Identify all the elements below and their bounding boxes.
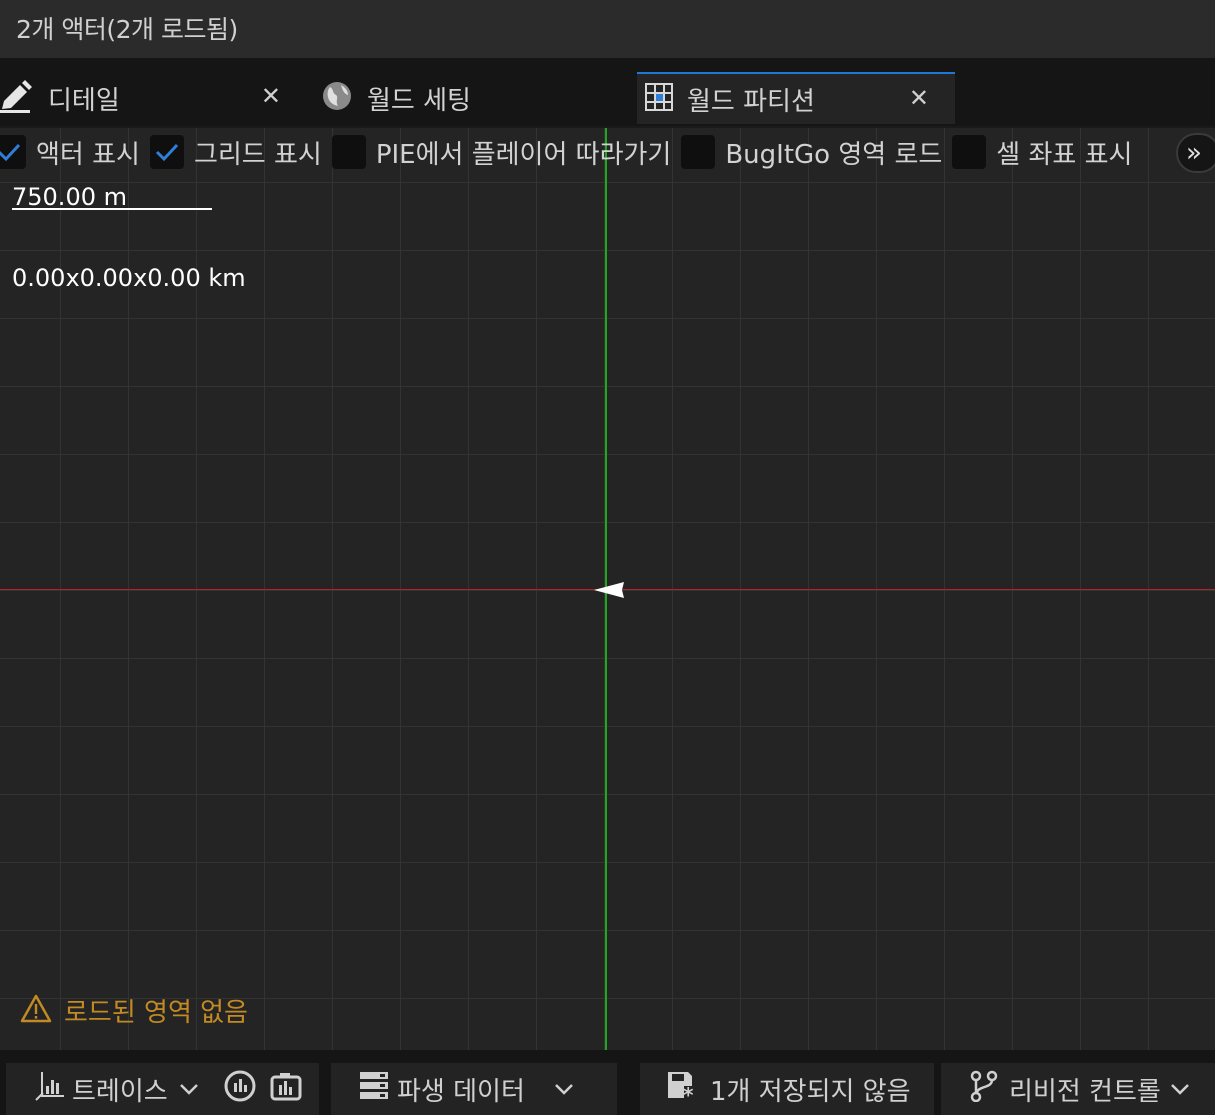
bugitgo-load-region-checkbox[interactable] <box>681 135 716 169</box>
revision-control-label: 리비전 컨트롤 <box>1009 1076 1161 1107</box>
warning-text: 로드된 영역 없음 <box>64 998 248 1028</box>
trace-icon <box>34 1070 66 1109</box>
branch-icon <box>969 1070 999 1109</box>
no-loaded-region-warning: 로드된 영역 없음 <box>20 992 248 1029</box>
pencil-icon <box>0 79 34 117</box>
warning-icon <box>20 994 52 1028</box>
toolbar-overflow-button[interactable]: » <box>1176 133 1215 173</box>
panel-header: 2개 액터(2개 로드됨) <box>0 0 1215 60</box>
world-partition-viewport[interactable]: 액터 표시 그리드 표시 PIE에서 플레이어 따라가기 BugItGo 영역 … <box>0 128 1215 1050</box>
status-bar: 트레이스 파생 데이터 * 1개 저장되지 않음 리비전 컨트롤 <box>0 1050 1215 1115</box>
viewport-options-bar: 액터 표시 그리드 표시 PIE에서 플레이어 따라가기 BugItGo 영역 … <box>0 128 1215 176</box>
actor-count-title: 2개 액터(2개 로드됨) <box>16 15 238 44</box>
tab-world-settings[interactable]: 월드 세팅 <box>313 72 631 124</box>
tab-label: 디테일 <box>48 85 120 116</box>
chevron-down-icon <box>1169 1077 1191 1102</box>
follow-player-in-pie-checkbox[interactable] <box>331 135 366 169</box>
derived-data-button[interactable]: 파생 데이터 <box>331 1063 617 1115</box>
tab-world-partition[interactable]: 월드 파티션 ✕ <box>637 72 955 124</box>
show-cell-coords-checkbox[interactable] <box>952 135 987 169</box>
chevron-down-icon <box>178 1077 200 1102</box>
show-grid-checkbox[interactable] <box>149 135 184 169</box>
show-grid-label: 그리드 표시 <box>193 139 322 170</box>
trace-snapshot-icon[interactable] <box>270 1070 302 1109</box>
tab-details[interactable]: 디테일 ✕ <box>0 72 307 124</box>
unsaved-label: 1개 저장되지 않음 <box>710 1076 911 1107</box>
scale-label: 750.00 m <box>12 183 127 211</box>
globe-icon <box>321 80 353 116</box>
show-actors-label: 액터 표시 <box>36 139 140 170</box>
server-icon <box>359 1070 389 1109</box>
show-cell-coords-label: 셀 좌표 표시 <box>996 139 1133 170</box>
show-actors-checkbox[interactable] <box>0 135 26 169</box>
close-icon[interactable]: ✕ <box>261 82 281 110</box>
tab-bar: 디테일 ✕ 월드 세팅 월드 파티션 ✕ <box>0 60 1215 126</box>
player-arrow-icon <box>592 580 626 604</box>
trace-record-icon[interactable] <box>224 1070 256 1109</box>
world-bounds-label: 0.00x0.00x0.00 km <box>12 264 246 292</box>
tab-label: 월드 파티션 <box>687 86 815 117</box>
follow-player-in-pie-label: PIE에서 플레이어 따라가기 <box>375 139 672 170</box>
scale-bar <box>12 208 212 210</box>
tab-label: 월드 세팅 <box>367 85 471 116</box>
revision-control-button[interactable]: 리비전 컨트롤 <box>941 1063 1215 1115</box>
derived-data-label: 파생 데이터 <box>397 1076 525 1107</box>
chevron-down-icon <box>553 1077 575 1102</box>
unsaved-assets-button[interactable]: * 1개 저장되지 않음 <box>640 1063 934 1115</box>
trace-button[interactable]: 트레이스 <box>6 1063 319 1115</box>
close-icon[interactable]: ✕ <box>909 84 929 112</box>
bugitgo-load-region-label: BugItGo 영역 로드 <box>725 139 943 170</box>
trace-label: 트레이스 <box>72 1076 168 1107</box>
svg-text:*: * <box>683 1083 694 1102</box>
grid-icon <box>645 83 673 115</box>
save-asterisk-icon: * <box>666 1070 698 1109</box>
